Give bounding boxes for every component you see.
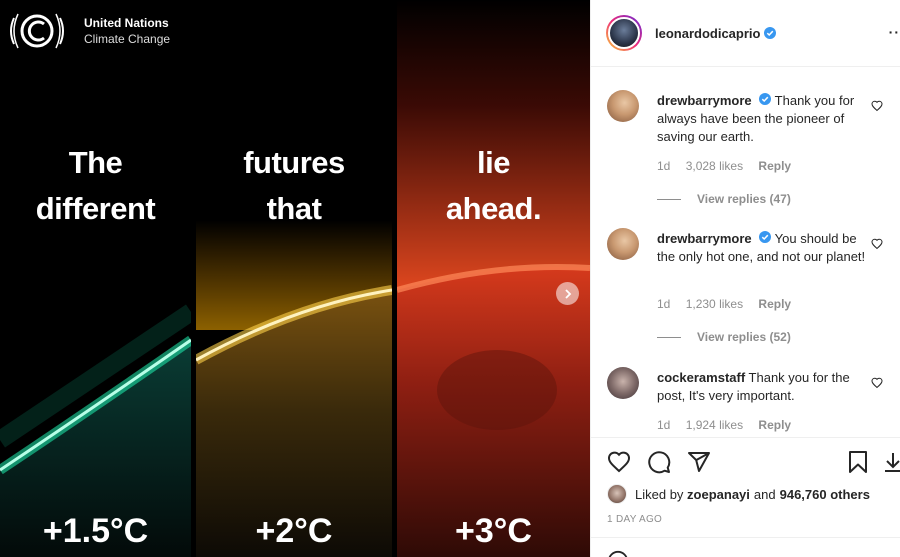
comment-bubble-icon[interactable]: [647, 450, 671, 474]
more-options-icon[interactable]: ··: [889, 24, 900, 40]
like-comment-heart-icon[interactable]: [871, 377, 883, 389]
comment-likes-count[interactable]: 1,924 likes: [686, 418, 743, 432]
commenter-avatar[interactable]: [607, 90, 639, 122]
comment-likes-count[interactable]: 3,028 likes: [686, 159, 743, 173]
verified-badge-icon: [764, 27, 777, 39]
reply-button[interactable]: Reply: [758, 418, 791, 432]
slide-caption: futures that: [196, 140, 392, 232]
verified-badge-icon: [759, 93, 772, 105]
view-replies-button[interactable]: View replies (52): [657, 330, 791, 344]
caption-line: futures: [243, 145, 345, 180]
caption-line: The: [68, 145, 123, 180]
slide-panel-2: futures that +2°C: [196, 0, 392, 557]
view-replies-button[interactable]: View replies (47): [657, 192, 791, 206]
caption-line: that: [266, 191, 322, 226]
view-replies-label[interactable]: View replies (52): [697, 330, 791, 344]
owner-username[interactable]: leonardodicaprio: [655, 26, 760, 41]
owner-avatar[interactable]: [606, 15, 642, 51]
like-heart-icon[interactable]: [607, 450, 631, 474]
temperature-label: +3°C: [455, 512, 532, 550]
commenter-username[interactable]: cockeramstaff: [657, 370, 745, 385]
post-action-bar: [591, 437, 900, 487]
earth-horizon-yellow: [196, 220, 392, 557]
add-comment-bar: [591, 537, 900, 557]
save-bookmark-icon[interactable]: [846, 450, 870, 474]
comment-meta: 1d 1,230 likes Reply: [657, 297, 803, 311]
comment-meta: 1d 3,028 likes Reply: [657, 159, 803, 173]
slide-caption: lie ahead.: [397, 140, 590, 232]
reply-button[interactable]: Reply: [758, 159, 791, 173]
commenter-username[interactable]: drewbarrymore: [657, 93, 752, 108]
org-name-line2: Climate Change: [84, 32, 171, 46]
likes-summary: Liked by zoepanayi and 946,760 others: [607, 484, 870, 504]
unfccc-logo: United Nations Climate Change: [6, 6, 170, 56]
commenter-avatar[interactable]: [607, 228, 639, 260]
reply-button[interactable]: Reply: [758, 297, 791, 311]
comment-likes-count[interactable]: 1,230 likes: [686, 297, 743, 311]
commenter-avatar[interactable]: [607, 367, 639, 399]
emoji-smiley-icon[interactable]: [607, 550, 629, 557]
comment-body: cockeramstaff Thank you for the post, It…: [657, 369, 867, 405]
share-paper-plane-icon[interactable]: [687, 450, 711, 474]
caption-line: lie: [477, 145, 510, 180]
org-name-line1: United Nations: [84, 16, 169, 30]
like-comment-heart-icon[interactable]: [871, 100, 883, 112]
caption-line: different: [35, 191, 156, 226]
unfccc-emblem-icon: [10, 13, 64, 49]
org-name: United Nations Climate Change: [84, 15, 170, 47]
slide-panel-1: The different +1.5°C: [0, 0, 191, 557]
earth-horizon-red: [397, 0, 590, 557]
post-sidebar: leonardodicaprio ·· drewbarrymore Thank …: [590, 0, 900, 557]
post-timestamp[interactable]: 1 DAY AGO: [607, 514, 662, 525]
carousel-next-button[interactable]: [556, 282, 579, 305]
like-comment-heart-icon[interactable]: [871, 238, 883, 250]
slide-panel-3: lie ahead. +3°C: [397, 0, 590, 557]
comments-list: drewbarrymore Thank you for always have …: [591, 68, 900, 436]
commenter-username[interactable]: drewbarrymore: [657, 231, 752, 246]
caption-line: ahead.: [445, 191, 542, 226]
comment-age: 1d: [657, 297, 671, 311]
post-header: leonardodicaprio ··: [591, 0, 900, 67]
post-media-carousel[interactable]: The different +1.5°C futures that +2°C l…: [0, 0, 590, 557]
owner-username-link[interactable]: leonardodicaprio: [655, 26, 777, 41]
verified-badge-icon: [759, 231, 772, 243]
liked-by-and: and: [753, 486, 776, 502]
comment-meta: 1d 1,924 likes Reply: [657, 418, 803, 432]
earth-horizon-green: [0, 304, 191, 557]
temperature-label: +1.5°C: [42, 512, 149, 550]
liker-avatar[interactable]: [607, 484, 627, 504]
temperature-label: +2°C: [255, 512, 333, 550]
comment-age: 1d: [657, 159, 671, 173]
liker-username[interactable]: zoepanayi: [687, 487, 750, 502]
liked-by-label: Liked by: [635, 486, 684, 502]
view-replies-label[interactable]: View replies (47): [697, 192, 791, 206]
likes-others-count[interactable]: 946,760 others: [780, 487, 870, 502]
slide-caption: The different: [0, 140, 191, 232]
download-icon[interactable]: [881, 450, 900, 474]
comment-body: drewbarrymore You should be the only hot…: [657, 230, 867, 266]
chevron-right-icon: [564, 288, 571, 299]
comment-body: drewbarrymore Thank you for always have …: [657, 92, 867, 146]
comment-age: 1d: [657, 418, 671, 432]
